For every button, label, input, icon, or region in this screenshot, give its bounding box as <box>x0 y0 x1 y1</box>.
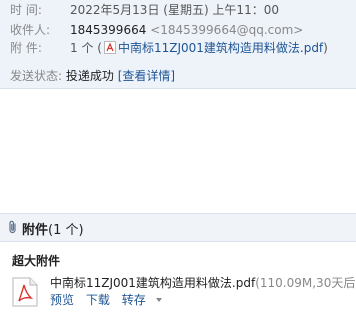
time-value: 2022年5月13日 (星期五) 上午11：00 <box>70 3 279 17</box>
attachments-title-text: 附件 <box>22 223 49 238</box>
attachment-file-meta: (110.09M,30天后 <box>255 276 356 290</box>
chevron-down-icon <box>155 298 162 302</box>
attachment-label: 附 件: <box>10 41 42 55</box>
download-link[interactable]: 下载 <box>86 293 110 307</box>
time-row: 时 间: 2022年5月13日 (星期五) 上午11：00 <box>10 2 279 18</box>
attachment-actions: 预览 下载 转存 <box>50 291 170 308</box>
attachment-file-row: 中南标11ZJ001建筑构造用料做法.pdf(110.09M,30天后 <box>50 274 355 291</box>
status-detail-link[interactable]: [查看详情] <box>118 69 175 83</box>
status-value: 投递成功 <box>65 69 114 83</box>
save-to-label: 转存 <box>121 293 146 307</box>
delivery-status-bar: 发送状态: 投递成功 [查看详情] <box>0 64 356 88</box>
status-label: 发送状态: <box>10 69 63 83</box>
attachments-title: 附件(1 个) <box>22 219 84 238</box>
paperclip-icon <box>9 220 16 234</box>
recipient-name[interactable]: 1845399664 <box>70 23 146 37</box>
mail-header: 时 间: 2022年5月13日 (星期五) 上午11：00 收件人: 1845399… <box>0 0 356 64</box>
attachment-count: 1 个 ( <box>70 41 102 55</box>
preview-link[interactable]: 预览 <box>50 293 74 307</box>
attachment-file-name[interactable]: 中南标11ZJ001建筑构造用料做法.pdf <box>50 276 255 290</box>
attachments-count: (1 个) <box>48 223 84 238</box>
recipient-row: 收件人: 1845399664 <1845399664@qq.com> <box>10 22 303 38</box>
pdf-file-icon <box>103 41 116 54</box>
attachment-row: 附 件: 1 个 ( 中南标11ZJ001建筑构造用料做法.pdf) <box>10 40 328 56</box>
save-to-link[interactable]: 转存 <box>122 293 162 307</box>
pdf-file-icon[interactable] <box>12 277 38 307</box>
status-row: 发送状态: 投递成功 [查看详情] <box>10 68 175 84</box>
recipient-label: 收件人: <box>10 23 51 37</box>
attachment-link[interactable]: 中南标11ZJ001建筑构造用料做法.pdf <box>118 41 323 55</box>
attachments-header: 附件(1 个) <box>0 213 356 242</box>
status-divider <box>0 88 356 89</box>
large-attachment-title: 超大附件 <box>12 254 61 268</box>
time-label: 时 间: <box>10 3 42 17</box>
attachment-close: ) <box>323 41 328 55</box>
recipient-email: <1845399664@qq.com> <box>150 23 304 37</box>
